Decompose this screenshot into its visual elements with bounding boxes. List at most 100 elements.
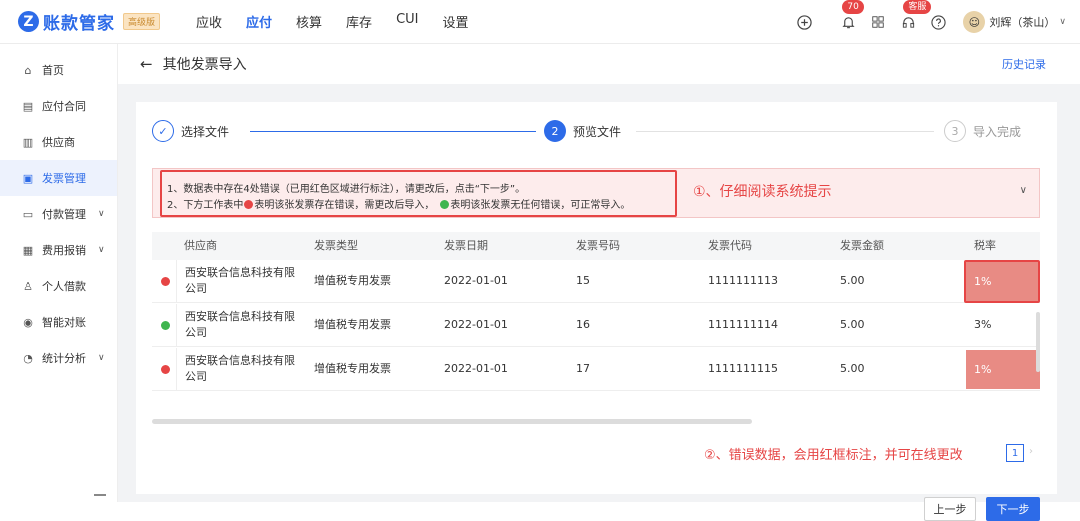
sidebar-item-1[interactable]: ▤ 应付合同 <box>0 88 117 124</box>
page-number-current[interactable]: 1 <box>1006 444 1024 462</box>
user-name[interactable]: 刘辉（茶山） <box>989 14 1055 30</box>
add-circle-icon[interactable] <box>795 13 813 31</box>
back-arrow-icon[interactable]: ← <box>140 55 153 73</box>
person-icon: ♙ <box>23 279 33 293</box>
table-row[interactable]: 西安联合信息科技有限公司 增值税专用发票 2022-01-01 16 111111111… <box>152 304 1040 347</box>
prev-step-button[interactable]: 上一步 <box>924 497 976 521</box>
cell-number: 15 <box>576 274 590 287</box>
chevron-down-icon[interactable]: ∨ <box>98 353 105 363</box>
sidebar-item-5[interactable]: ▦ 费用报销 ∨ <box>0 232 117 268</box>
sidebar-item-label: 费用报销 <box>42 244 86 257</box>
sidebar-item-6[interactable]: ♙ 个人借款 <box>0 268 117 304</box>
step-1: 2 预览文件 <box>544 120 621 142</box>
error-cell-highlight-frame <box>964 260 1040 303</box>
main-area: ← 其他发票导入 历史记录 ✓ 选择文件 2 预览文件 3 导入完成 1、数据表中存在4处… <box>118 44 1080 521</box>
error-dot-icon <box>244 200 254 209</box>
alert-line-2-ok: 表明该张发票无任何错误，可正常导入。 <box>450 200 631 211</box>
annotation-error-data: ②、错误数据，会用红框标注，并可在线更改 <box>704 448 963 463</box>
ok-dot-icon <box>440 200 450 209</box>
cell-type: 增值税专用发票 <box>314 274 391 287</box>
next-page-chevron-icon[interactable]: › <box>1029 446 1033 457</box>
topnav-item-0[interactable]: 应收 <box>196 12 222 31</box>
column-header: 发票代码 <box>708 239 752 252</box>
sidebar-item-0[interactable]: ⌂ 首页 <box>0 52 117 88</box>
service-badge: 客服 <box>903 0 932 14</box>
sidebar-item-4[interactable]: ▭ 付款管理 ∨ <box>0 196 117 232</box>
cell-rate[interactable]: 1% <box>966 350 1040 389</box>
alert-line-2-prefix: 2、下方工作表中 <box>167 200 244 211</box>
supplier-icon: ▥ <box>22 135 34 149</box>
error-status-icon <box>152 348 176 390</box>
vertical-scrollbar[interactable] <box>1036 312 1040 372</box>
avatar[interactable]: ☺ <box>963 11 986 33</box>
topnav-item-2[interactable]: 核算 <box>296 12 322 31</box>
payment-icon: ▭ <box>22 207 34 221</box>
column-header: 发票号码 <box>576 239 620 252</box>
topnav-item-3[interactable]: 库存 <box>346 12 372 31</box>
stepper: ✓ 选择文件 2 预览文件 3 导入完成 <box>152 120 1042 144</box>
topnav-item-4[interactable]: CUI <box>396 12 418 31</box>
top-bar: Z 账款管家 高级版 应收 应付 核算 库存 CUI 设置 70 客服 ☺ 刘辉（茶山） … <box>0 0 1080 44</box>
sidebar-item-2[interactable]: ▥ 供应商 <box>0 124 117 160</box>
cell-date: 2022-01-01 <box>444 318 508 331</box>
page-header: ← 其他发票导入 历史记录 <box>118 44 1080 84</box>
column-header: 发票类型 <box>314 239 358 252</box>
help-icon[interactable] <box>929 13 947 31</box>
sidebar-item-label: 发票管理 <box>42 172 86 185</box>
step-0: ✓ 选择文件 <box>152 120 229 142</box>
table-row[interactable]: 西安联合信息科技有限公司 增值税专用发票 2022-01-01 17 111111111… <box>152 348 1040 391</box>
expand-chevron-icon[interactable]: ∨ <box>1020 185 1027 196</box>
brand-logo[interactable]: Z 账款管家 高级版 <box>18 9 196 34</box>
sidebar-item-3[interactable]: ▣ 发票管理 <box>0 160 117 196</box>
sidebar-item-label: 首页 <box>42 64 64 77</box>
scan-grid-icon[interactable] <box>869 13 887 31</box>
brand-name: 账款管家 <box>43 14 115 34</box>
chevron-down-icon[interactable]: ∨ <box>1059 17 1066 27</box>
topnav-item-5[interactable]: 设置 <box>443 12 469 31</box>
sidebar-item-label: 应付合同 <box>42 100 86 113</box>
preview-table: 供应商 发票类型 发票日期 发票号码 发票代码 发票金额 税率 西安联合信息科技有限公司 增值… <box>152 232 1040 428</box>
cell-amount: 5.00 <box>840 318 865 331</box>
error-dot-icon <box>161 364 170 374</box>
cell-code: 1111111113 <box>708 274 778 287</box>
column-header: 供应商 <box>184 239 217 252</box>
chevron-down-icon[interactable]: ∨ <box>98 245 105 255</box>
alert-line-2: 2、下方工作表中 表明该张发票存在错误，需更改后导入， 表明该张发票无任何错误，可正… <box>167 196 630 211</box>
step-label: 导入完成 <box>973 124 1022 139</box>
step-number: 3 <box>944 120 966 142</box>
headset-icon[interactable]: 客服 <box>899 0 932 31</box>
sidebar-item-label: 统计分析 <box>42 352 86 365</box>
cell-code: 1111111114 <box>708 318 778 331</box>
chevron-down-icon[interactable]: ∨ <box>98 209 105 219</box>
top-nav: 应收 应付 核算 库存 CUI 设置 <box>196 12 493 31</box>
cell-date: 2022-01-01 <box>444 362 508 375</box>
cell-date: 2022-01-01 <box>444 274 508 287</box>
horizontal-scrollbar[interactable] <box>152 419 752 424</box>
sidebar-item-label: 智能对账 <box>42 316 86 329</box>
cell-amount: 5.00 <box>840 362 865 375</box>
sidebar-item-label: 付款管理 <box>42 208 86 221</box>
history-link[interactable]: 历史记录 <box>1002 56 1046 72</box>
error-status-icon <box>152 260 176 302</box>
cell-supplier: 西安联合信息科技有限公司 <box>176 304 306 346</box>
column-header: 发票日期 <box>444 239 488 252</box>
collapse-menu-icon[interactable] <box>94 494 106 496</box>
table-row[interactable]: 西安联合信息科技有限公司 增值税专用发票 2022-01-01 15 111111111… <box>152 260 1040 303</box>
cell-type: 增值税专用发票 <box>314 362 391 375</box>
home-icon: ⌂ <box>24 63 32 77</box>
sidebar-item-7[interactable]: ◉ 智能对账 <box>0 304 117 340</box>
sidebar-item-8[interactable]: ◔ 统计分析 ∨ <box>0 340 117 376</box>
step-label: 预览文件 <box>573 124 622 139</box>
table-header: 供应商 发票类型 发票日期 发票号码 发票代码 发票金额 税率 <box>152 232 1040 260</box>
bell-icon[interactable]: 70 <box>839 0 864 31</box>
next-step-button[interactable]: 下一步 <box>986 497 1040 521</box>
sidebar-item-label: 个人借款 <box>42 280 86 293</box>
cell-amount: 5.00 <box>840 274 865 287</box>
reconcile-icon: ◉ <box>23 315 33 329</box>
step-label: 选择文件 <box>181 124 230 139</box>
topnav-item-1[interactable]: 应付 <box>246 12 272 31</box>
logo-icon: Z <box>18 11 39 32</box>
step-number: 2 <box>544 120 566 142</box>
cell-type: 增值税专用发票 <box>314 318 391 331</box>
cell-rate[interactable]: 3% <box>966 304 1040 346</box>
